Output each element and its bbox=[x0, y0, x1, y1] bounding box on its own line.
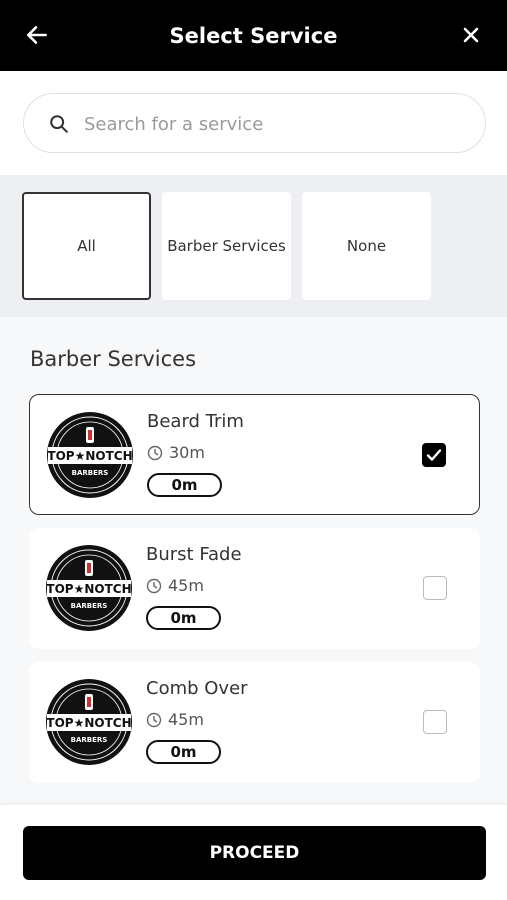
clock-icon bbox=[146, 712, 162, 727]
clock-icon bbox=[147, 445, 163, 460]
time-pill: 0m bbox=[146, 606, 221, 630]
service-card[interactable]: TOP★NOTCH BARBERS Burst Fade 45m 0m bbox=[29, 528, 480, 649]
service-card[interactable]: TOP★NOTCH BARBERS Comb Over 45m 0m bbox=[29, 662, 480, 783]
filter-chip-none[interactable]: None bbox=[302, 192, 431, 300]
duration-text: 45m bbox=[168, 576, 204, 595]
duration-text: 30m bbox=[169, 443, 205, 462]
search-box[interactable] bbox=[23, 93, 486, 153]
duration-text: 45m bbox=[168, 710, 204, 729]
service-card[interactable]: TOP★NOTCH BARBERS Beard Trim 30m 0m bbox=[29, 394, 480, 515]
proceed-button[interactable]: PROCEED bbox=[23, 826, 486, 880]
close-icon[interactable] bbox=[459, 23, 483, 47]
footer-bar: PROCEED bbox=[0, 805, 507, 900]
service-checkbox[interactable] bbox=[423, 576, 447, 600]
service-checkbox[interactable] bbox=[422, 443, 446, 467]
top-bar: Select Service bbox=[0, 0, 507, 71]
barbershop-logo: TOP★NOTCH BARBERS bbox=[46, 679, 132, 765]
barbershop-logo: TOP★NOTCH BARBERS bbox=[47, 412, 133, 498]
service-duration: 45m bbox=[146, 576, 204, 595]
checkmark-icon bbox=[426, 449, 442, 461]
service-name: Comb Over bbox=[146, 678, 248, 699]
svg-text:BARBERS: BARBERS bbox=[72, 469, 109, 477]
service-duration: 45m bbox=[146, 710, 204, 729]
time-pill: 0m bbox=[147, 473, 222, 497]
section-title: Barber Services bbox=[30, 347, 197, 371]
service-checkbox[interactable] bbox=[423, 710, 447, 734]
svg-text:BARBERS: BARBERS bbox=[71, 736, 108, 744]
svg-text:BARBERS: BARBERS bbox=[71, 602, 108, 610]
page-title: Select Service bbox=[169, 24, 338, 48]
service-duration: 30m bbox=[147, 443, 205, 462]
svg-text:TOP★NOTCH: TOP★NOTCH bbox=[46, 582, 131, 596]
category-filter-bar: All Barber Services None bbox=[0, 175, 507, 317]
svg-text:TOP★NOTCH: TOP★NOTCH bbox=[47, 449, 132, 463]
filter-chip-barber-services[interactable]: Barber Services bbox=[162, 192, 291, 300]
search-section bbox=[0, 71, 507, 175]
search-input[interactable] bbox=[84, 106, 464, 142]
barbershop-logo: TOP★NOTCH BARBERS bbox=[46, 545, 132, 631]
filter-chip-all[interactable]: All bbox=[22, 192, 151, 300]
service-name: Beard Trim bbox=[147, 411, 244, 432]
svg-text:TOP★NOTCH: TOP★NOTCH bbox=[46, 716, 131, 730]
time-pill: 0m bbox=[146, 740, 221, 764]
search-icon bbox=[50, 115, 68, 133]
service-list: Barber Services TOP★NOTCH BARBERS Beard … bbox=[0, 317, 507, 805]
service-name: Burst Fade bbox=[146, 544, 242, 565]
clock-icon bbox=[146, 578, 162, 593]
